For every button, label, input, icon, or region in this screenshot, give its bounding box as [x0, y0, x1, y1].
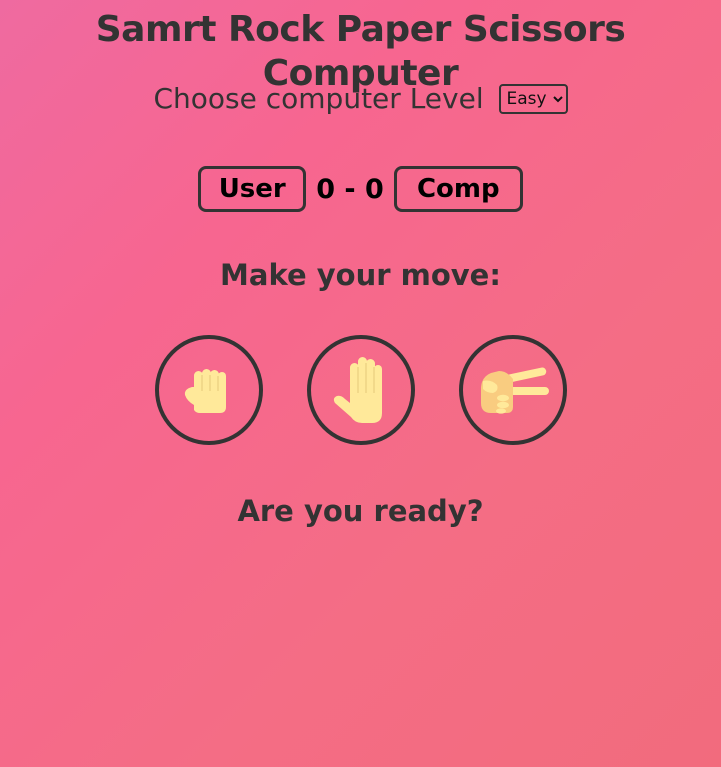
choice-buttons — [155, 335, 567, 447]
level-label: Choose computer Level — [153, 82, 484, 115]
level-select[interactable]: Easy — [498, 84, 568, 114]
scoreboard: User 0 - 0 Comp — [0, 166, 721, 212]
paper-button[interactable] — [307, 335, 415, 445]
scissors-button[interactable] — [459, 335, 567, 445]
raised-fist-icon — [184, 369, 226, 413]
score-value: 0 - 0 — [316, 173, 384, 205]
victory-hand-icon — [481, 367, 549, 414]
status-message: Are you ready? — [237, 494, 484, 528]
raised-hand-icon — [333, 357, 382, 423]
level-row: Choose computer Level Easy — [0, 80, 721, 117]
rock-button[interactable] — [155, 335, 263, 445]
user-score-badge: User — [198, 166, 307, 212]
comp-score-badge: Comp — [393, 166, 523, 212]
move-prompt: Make your move: — [220, 258, 501, 292]
